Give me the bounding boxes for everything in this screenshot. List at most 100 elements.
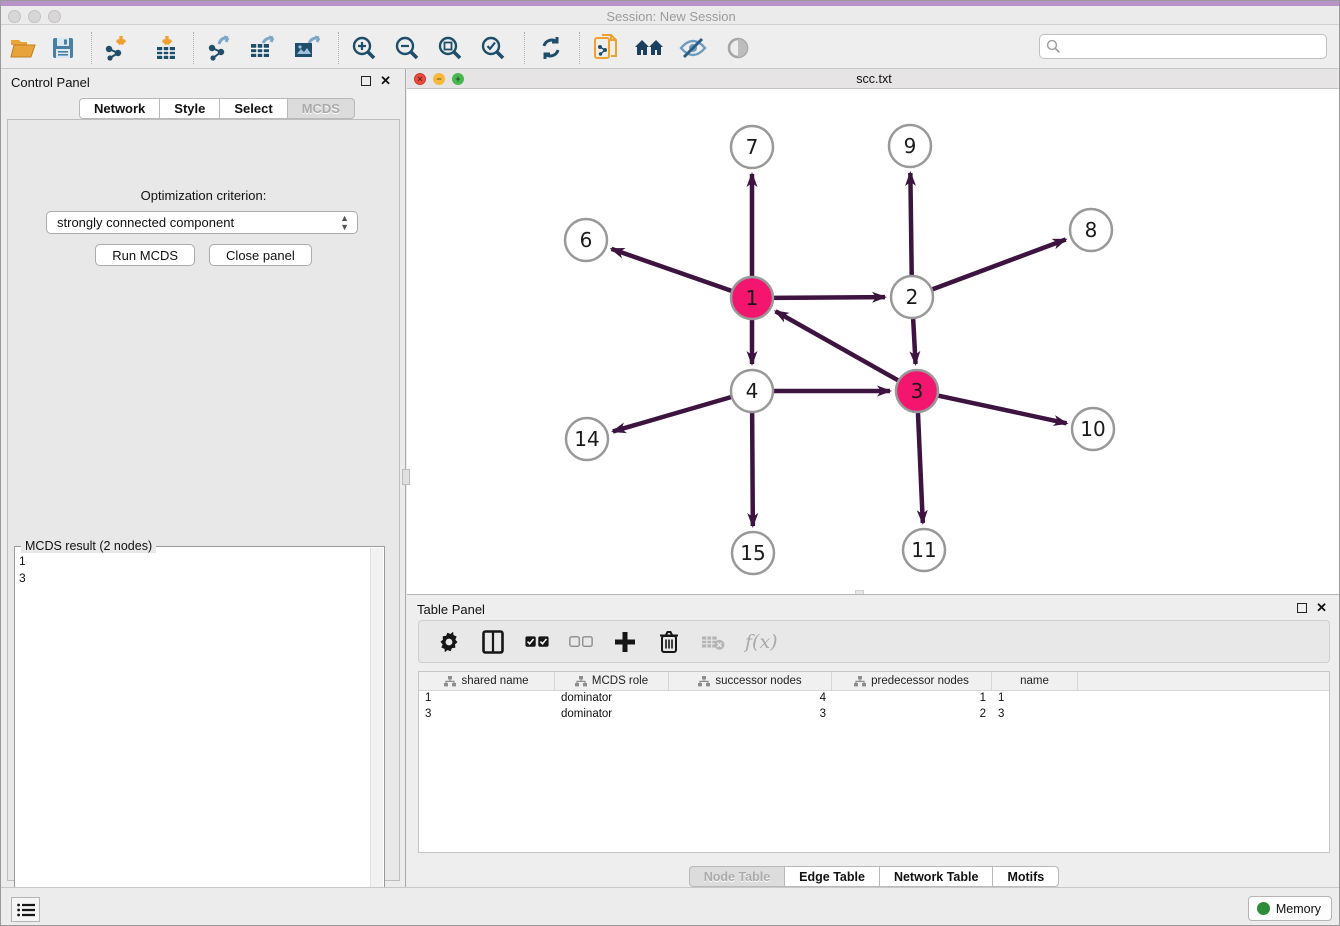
close-panel-icon[interactable]: ✕ [380,76,391,86]
network-graph[interactable]: 1234678910111415 [407,89,1340,594]
refresh-icon[interactable] [536,34,566,62]
float-panel-icon[interactable] [361,76,371,86]
table-row[interactable]: 1 dominator 4 1 1 [419,691,1329,707]
edge-4-15[interactable] [752,413,753,526]
edge-4-14[interactable] [613,397,731,431]
show-all-icon[interactable] [723,34,753,62]
edge-1-6[interactable] [611,249,731,291]
cell-name: 1 [992,691,1078,707]
cell-shared-name: 3 [419,707,555,723]
edge-3-11[interactable] [918,413,923,523]
tab-select[interactable]: Select [219,98,286,119]
edge-2-8[interactable] [933,239,1066,289]
cell-successor-nodes: 3 [669,707,832,723]
search-input[interactable] [1065,40,1326,54]
zoom-fit-icon[interactable] [435,34,465,62]
network-window-titlebar[interactable]: × − + scc.txt [407,69,1340,89]
search-box[interactable] [1039,34,1327,59]
import-table-icon[interactable] [152,34,182,62]
table-tabs: Node Table Edge Table Network Table Moti… [407,866,1340,887]
network-title: scc.txt [407,72,1340,86]
column-header[interactable]: MCDS role [555,672,669,690]
duplicate-network-icon[interactable] [591,34,621,62]
add-icon[interactable] [613,630,637,654]
optimization-criterion-select[interactable]: strongly connected component ▲▼ [46,211,358,234]
delete-icon[interactable] [657,630,681,654]
tab-motifs[interactable]: Motifs [992,866,1059,887]
status-bar: Memory [1,887,1340,926]
node-table[interactable]: shared name MCDS role successor nodes pr… [418,671,1330,853]
zoom-out-icon[interactable] [392,34,422,62]
import-network-icon[interactable] [103,34,133,62]
mcds-result-list: 13 [19,553,26,587]
node-label-14: 14 [574,427,599,451]
result-scrollbar[interactable] [370,548,383,926]
cell-mcds-role: dominator [555,691,669,707]
cell-predecessor-nodes: 2 [832,707,992,723]
export-network-icon[interactable] [205,34,235,62]
export-table-icon[interactable] [248,34,278,62]
edge-3-1[interactable] [776,311,898,380]
cell-successor-nodes: 4 [669,691,832,707]
delete-table-icon[interactable] [701,630,725,654]
memory-button[interactable]: Memory [1248,896,1332,921]
column-header[interactable]: predecessor nodes [832,672,992,690]
columns-icon[interactable] [481,630,505,654]
optimization-criterion-label: Optimization criterion: [8,188,399,203]
zoom-selected-icon[interactable] [478,34,508,62]
tab-mcds[interactable]: MCDS [287,98,355,119]
select-all-icon[interactable] [525,630,549,654]
tab-network[interactable]: Network [79,98,159,119]
toolbar-separator [524,32,525,64]
float-table-panel-icon[interactable] [1297,603,1307,613]
node-label-9: 9 [904,134,917,158]
splitter-grip[interactable] [402,469,410,485]
control-panel-tabs: Network Style Select MCDS [79,98,355,119]
first-neighbors-icon[interactable] [634,34,664,62]
zoom-in-icon[interactable] [349,34,379,62]
node-label-2: 2 [906,285,919,309]
control-panel: Control Panel ✕ Network Style Select MCD… [1,69,406,887]
table-header-row: shared name MCDS role successor nodes pr… [419,672,1329,691]
edge-3-10[interactable] [939,396,1067,424]
task-history-button[interactable] [11,897,40,922]
node-label-7: 7 [746,135,759,159]
gear-icon[interactable] [437,630,461,654]
edge-2-3[interactable] [913,319,915,364]
table-row[interactable]: 3 dominator 3 2 3 [419,707,1329,723]
tab-node-table[interactable]: Node Table [689,866,784,887]
export-image-icon[interactable] [292,34,322,62]
attribute-icon [854,676,866,687]
run-mcds-button[interactable]: Run MCDS [95,244,195,266]
column-header[interactable]: successor nodes [669,672,832,690]
cell-name: 3 [992,707,1078,723]
tab-network-table[interactable]: Network Table [879,866,993,887]
column-header[interactable]: shared name [419,672,555,690]
column-header[interactable]: name [992,672,1078,690]
close-table-panel-icon[interactable]: ✕ [1316,603,1327,613]
save-session-icon[interactable] [48,34,78,62]
cell-mcds-role: dominator [555,707,669,723]
network-canvas[interactable]: 1234678910111415 [407,89,1340,594]
table-panel-title: Table Panel [417,602,485,617]
close-panel-button[interactable]: Close panel [209,244,312,266]
result-item: 1 [19,554,26,568]
tab-style[interactable]: Style [159,98,219,119]
node-label-3: 3 [911,379,924,403]
tab-edge-table[interactable]: Edge Table [784,866,879,887]
main-toolbar [1,26,1340,69]
toolbar-separator [193,32,194,64]
selected-criterion: strongly connected component [57,215,234,230]
edge-1-2[interactable] [774,297,885,298]
node-label-4: 4 [746,379,759,403]
titlebar: Session: New Session [1,1,1340,25]
deselect-all-icon[interactable] [569,630,593,654]
attribute-icon [575,676,587,687]
function-builder-icon[interactable]: f(x) [745,631,778,653]
toolbar-separator [338,32,339,64]
edge-2-9[interactable] [910,173,911,275]
open-file-icon[interactable] [8,34,38,62]
control-panel-title: Control Panel [11,75,90,90]
hide-selected-icon[interactable] [678,34,708,62]
table-panel: Table Panel ✕ [407,594,1340,887]
